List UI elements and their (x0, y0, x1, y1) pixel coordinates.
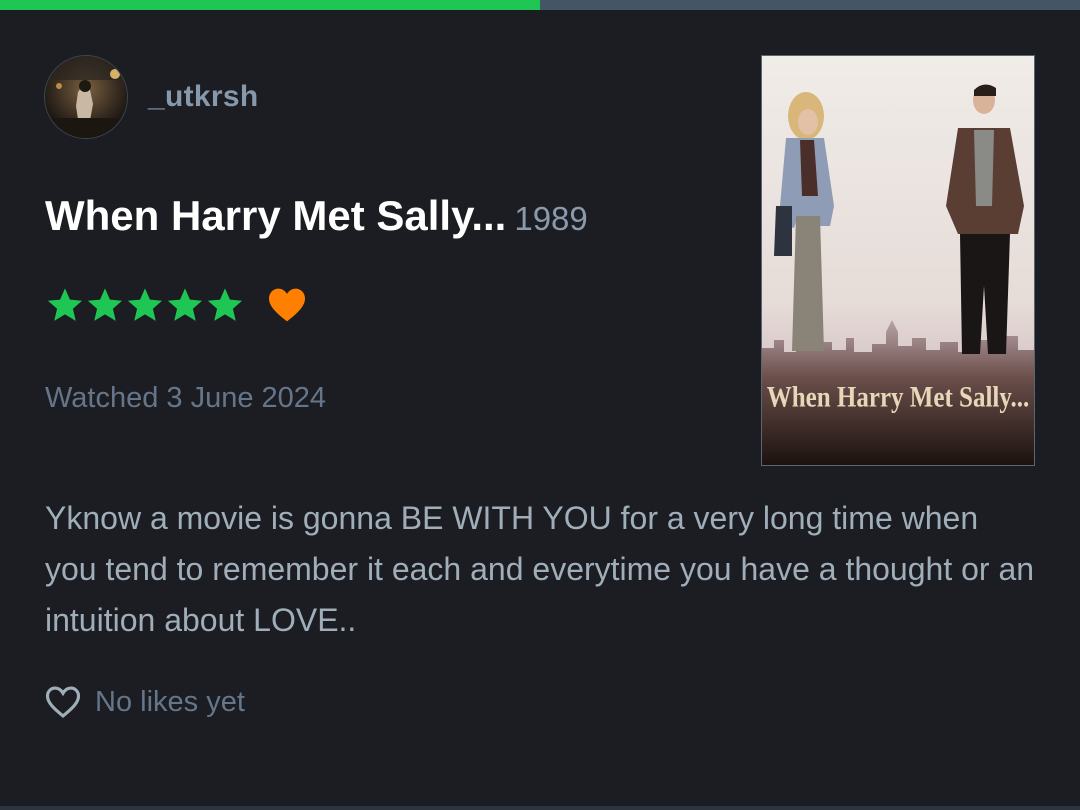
bottom-divider (0, 806, 1080, 810)
film-title-line: When Harry Met Sally... 1989 (45, 192, 588, 240)
progress-bar (0, 0, 1080, 10)
star-icon (47, 288, 83, 321)
review-text: Yknow a movie is gonna BE WITH YOU for a… (45, 500, 1035, 638)
star-icon (87, 288, 123, 321)
poster-title: When Harry Met Sally... (767, 379, 1029, 413)
like-review-button[interactable]: No likes yet (44, 684, 245, 720)
film-poster[interactable]: When Harry Met Sally... (761, 55, 1035, 466)
username[interactable]: _utkrsh (148, 80, 258, 114)
film-year[interactable]: 1989 (514, 200, 587, 237)
star-icon (167, 288, 203, 321)
heart-outline-icon[interactable] (44, 684, 82, 720)
rating (45, 286, 307, 324)
likes-count: No likes yet (95, 685, 245, 718)
liked-heart-icon (269, 288, 305, 322)
progress-bar-fill (0, 0, 540, 10)
star-icon (207, 288, 243, 321)
star-icon (127, 288, 163, 321)
film-poster-image: When Harry Met Sally... (762, 56, 1034, 465)
avatar[interactable] (44, 55, 128, 139)
film-title[interactable]: When Harry Met Sally... (45, 192, 506, 239)
watched-date: Watched 3 June 2024 (45, 382, 327, 414)
user-avatar-photo (45, 56, 127, 138)
